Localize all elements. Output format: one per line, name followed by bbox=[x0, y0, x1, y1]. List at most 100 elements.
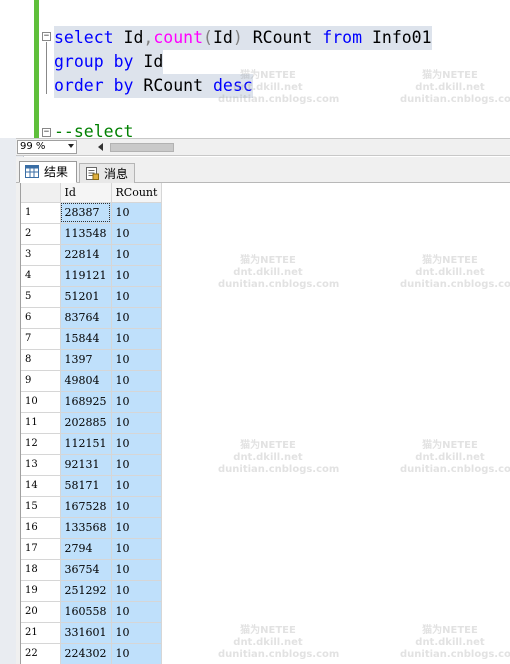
cell-rcount[interactable]: 10 bbox=[111, 265, 162, 287]
cell-id[interactable]: 36754 bbox=[60, 559, 112, 581]
cell-rcount[interactable]: 10 bbox=[111, 202, 162, 224]
cell-id[interactable]: 1397 bbox=[60, 349, 112, 371]
code-line[interactable]: group by Id bbox=[54, 50, 164, 74]
cell-rcount[interactable]: 10 bbox=[111, 580, 162, 602]
cell-rcount[interactable]: 10 bbox=[111, 475, 162, 497]
cell-rcount[interactable]: 10 bbox=[111, 391, 162, 413]
table-row[interactable]: 16 133568 10 bbox=[21, 517, 162, 539]
table-row[interactable]: 18 36754 10 bbox=[21, 559, 162, 581]
row-number[interactable]: 11 bbox=[21, 412, 61, 434]
cell-id[interactable]: 168925 bbox=[60, 391, 112, 413]
cell-rcount[interactable]: 10 bbox=[111, 559, 162, 581]
cell-id[interactable]: 113548 bbox=[60, 223, 112, 245]
tab-messages[interactable]: 消息 bbox=[79, 163, 135, 183]
table-row[interactable]: 10 168925 10 bbox=[21, 391, 162, 413]
collapse-icon[interactable]: − bbox=[42, 128, 51, 137]
sql-editor[interactable]: − − select Id,count(Id) RCount from Info… bbox=[0, 0, 510, 141]
table-row[interactable]: 13 92131 10 bbox=[21, 454, 162, 476]
row-number[interactable]: 8 bbox=[21, 349, 61, 371]
cell-rcount[interactable]: 10 bbox=[111, 223, 162, 245]
table-row[interactable]: 6 83764 10 bbox=[21, 307, 162, 329]
row-number[interactable]: 7 bbox=[21, 328, 61, 350]
cell-id[interactable]: 22814 bbox=[60, 244, 112, 266]
row-number[interactable]: 6 bbox=[21, 307, 61, 329]
row-number[interactable]: 20 bbox=[21, 601, 61, 623]
row-number[interactable]: 19 bbox=[21, 580, 61, 602]
column-header-id[interactable]: Id bbox=[60, 183, 112, 203]
row-number[interactable]: 4 bbox=[21, 265, 61, 287]
code-line[interactable]: select Id,count(Id) RCount from Info01 bbox=[54, 26, 432, 50]
cell-rcount[interactable]: 10 bbox=[111, 643, 162, 664]
cell-id[interactable]: 58171 bbox=[60, 475, 112, 497]
row-number[interactable]: 14 bbox=[21, 475, 61, 497]
cell-id[interactable]: 83764 bbox=[60, 307, 112, 329]
cell-rcount[interactable]: 10 bbox=[111, 622, 162, 644]
row-number[interactable]: 15 bbox=[21, 496, 61, 518]
cell-id[interactable]: 119121 bbox=[60, 265, 112, 287]
column-header-rcount[interactable]: RCount bbox=[111, 183, 162, 203]
table-row[interactable]: 14 58171 10 bbox=[21, 475, 162, 497]
cell-rcount[interactable]: 10 bbox=[111, 517, 162, 539]
table-row[interactable]: 8 1397 10 bbox=[21, 349, 162, 371]
horizontal-scroll-thumb[interactable] bbox=[110, 143, 174, 152]
cell-rcount[interactable]: 10 bbox=[111, 538, 162, 560]
row-number[interactable]: 12 bbox=[21, 433, 61, 455]
chevron-down-icon[interactable] bbox=[68, 144, 74, 148]
cell-id[interactable]: 202885 bbox=[60, 412, 112, 434]
table-row[interactable]: 21 331601 10 bbox=[21, 622, 162, 644]
table-row[interactable]: 9 49804 10 bbox=[21, 370, 162, 392]
tab-results[interactable]: 结果 bbox=[19, 161, 77, 183]
cell-id[interactable]: 15844 bbox=[60, 328, 112, 350]
cell-id[interactable]: 251292 bbox=[60, 580, 112, 602]
table-row[interactable]: 2 113548 10 bbox=[21, 223, 162, 245]
cell-id[interactable]: 167528 bbox=[60, 496, 112, 518]
cell-rcount[interactable]: 10 bbox=[111, 433, 162, 455]
row-number[interactable]: 21 bbox=[21, 622, 61, 644]
results-grid[interactable]: Id RCount 1 28387 10 2 113548 10 3 22814 10 4 1191… bbox=[20, 183, 510, 664]
table-row[interactable]: 5 51201 10 bbox=[21, 286, 162, 308]
table-row[interactable]: 19 251292 10 bbox=[21, 580, 162, 602]
cell-rcount[interactable]: 10 bbox=[111, 307, 162, 329]
table-row[interactable]: 17 2794 10 bbox=[21, 538, 162, 560]
cell-id[interactable]: 133568 bbox=[60, 517, 112, 539]
cell-rcount[interactable]: 10 bbox=[111, 328, 162, 350]
code-line[interactable]: order by RCount desc bbox=[54, 74, 253, 98]
scroll-left-arrow-icon[interactable] bbox=[98, 143, 103, 151]
row-number[interactable]: 3 bbox=[21, 244, 61, 266]
cell-id[interactable]: 331601 bbox=[60, 622, 112, 644]
cell-id[interactable]: 224302 bbox=[60, 643, 112, 664]
collapse-icon[interactable]: − bbox=[42, 32, 51, 41]
row-number[interactable]: 22 bbox=[21, 643, 61, 664]
cell-id[interactable]: 112151 bbox=[60, 433, 112, 455]
table-row[interactable]: 11 202885 10 bbox=[21, 412, 162, 434]
grid-corner[interactable] bbox=[21, 183, 61, 203]
table-row[interactable]: 12 112151 10 bbox=[21, 433, 162, 455]
row-number[interactable]: 17 bbox=[21, 538, 61, 560]
cell-id[interactable]: 160558 bbox=[60, 601, 112, 623]
table-row[interactable]: 4 119121 10 bbox=[21, 265, 162, 287]
row-number[interactable]: 9 bbox=[21, 370, 61, 392]
cell-rcount[interactable]: 10 bbox=[111, 286, 162, 308]
table-row[interactable]: 3 22814 10 bbox=[21, 244, 162, 266]
row-number[interactable]: 2 bbox=[21, 223, 61, 245]
cell-rcount[interactable]: 10 bbox=[111, 349, 162, 371]
zoom-select[interactable]: 99 % bbox=[17, 140, 77, 154]
row-number[interactable]: 10 bbox=[21, 391, 61, 413]
table-row[interactable]: 22 224302 10 bbox=[21, 643, 162, 664]
cell-id[interactable]: 2794 bbox=[60, 538, 112, 560]
table-row[interactable]: 20 160558 10 bbox=[21, 601, 162, 623]
row-number[interactable]: 16 bbox=[21, 517, 61, 539]
row-number[interactable]: 18 bbox=[21, 559, 61, 581]
cell-rcount[interactable]: 10 bbox=[111, 454, 162, 476]
table-row[interactable]: 1 28387 10 bbox=[21, 202, 162, 224]
table-row[interactable]: 7 15844 10 bbox=[21, 328, 162, 350]
table-row[interactable]: 15 167528 10 bbox=[21, 496, 162, 518]
cell-id[interactable]: 92131 bbox=[60, 454, 112, 476]
cell-rcount[interactable]: 10 bbox=[111, 601, 162, 623]
row-number[interactable]: 13 bbox=[21, 454, 61, 476]
cell-rcount[interactable]: 10 bbox=[111, 244, 162, 266]
cell-rcount[interactable]: 10 bbox=[111, 370, 162, 392]
cell-rcount[interactable]: 10 bbox=[111, 412, 162, 434]
cell-id[interactable]: 51201 bbox=[60, 286, 112, 308]
cell-rcount[interactable]: 10 bbox=[111, 496, 162, 518]
